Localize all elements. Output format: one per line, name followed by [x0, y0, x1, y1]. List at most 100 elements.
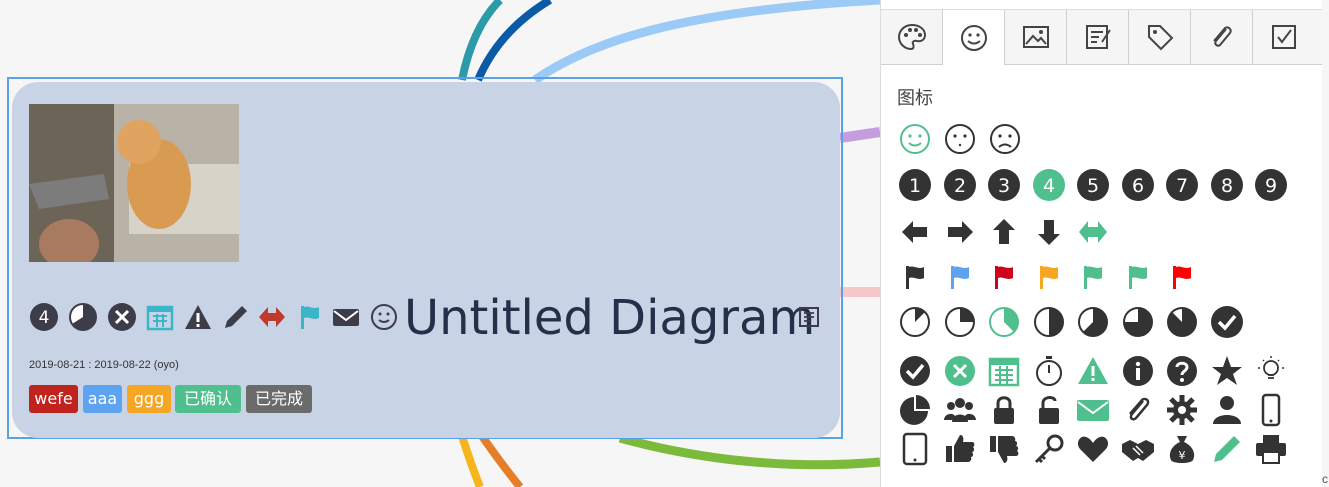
happy-face-icon[interactable]: [898, 122, 932, 156]
property-panel: 图标 1 2 3 4 5 6 7 8 9 ¥: [880, 0, 1322, 487]
key-icon[interactable]: [1032, 432, 1066, 466]
tab-image[interactable]: [1005, 10, 1067, 64]
priority-8-icon[interactable]: 8: [1210, 168, 1244, 202]
warning-icon[interactable]: [1076, 354, 1110, 388]
checkbox-icon: [1272, 25, 1296, 49]
arrows-icon[interactable]: [257, 302, 287, 332]
handshake-icon[interactable]: [1121, 432, 1155, 466]
progress-6-icon[interactable]: [1121, 305, 1155, 339]
cancel-icon[interactable]: [107, 302, 137, 332]
sad-face-icon[interactable]: [988, 122, 1022, 156]
question-icon[interactable]: [1165, 354, 1199, 388]
tag-icon: [1147, 25, 1173, 51]
priority-1-label: 1: [909, 175, 921, 197]
progress-3-icon[interactable]: [987, 305, 1021, 339]
tablet-icon[interactable]: [898, 432, 932, 466]
mail-icon[interactable]: [1076, 393, 1110, 427]
note-icon[interactable]: [798, 306, 820, 328]
tab-task[interactable]: [1253, 10, 1315, 64]
gear-icon[interactable]: [1165, 393, 1199, 427]
tag-aaa[interactable]: aaa: [83, 385, 122, 413]
image-icon: [1022, 26, 1049, 48]
unlock-icon[interactable]: [1032, 393, 1066, 427]
currency-glyph: ¥: [1179, 449, 1186, 462]
topic-image[interactable]: [29, 104, 239, 262]
stopwatch-icon[interactable]: [1032, 354, 1066, 388]
progress-done-icon[interactable]: [1210, 305, 1244, 339]
thumbs-down-icon[interactable]: [987, 432, 1021, 466]
progress-2-icon[interactable]: [943, 305, 977, 339]
lightbulb-icon[interactable]: [1254, 354, 1288, 388]
progress-icon[interactable]: [68, 302, 98, 332]
priority-6-label: 6: [1132, 175, 1144, 197]
flag-green-icon[interactable]: [1076, 260, 1110, 294]
printer-icon[interactable]: [1254, 432, 1288, 466]
progress-4-icon[interactable]: [1032, 305, 1066, 339]
group-icon[interactable]: [943, 393, 977, 427]
flag-orange-icon[interactable]: [1032, 260, 1066, 294]
priority-4-icon[interactable]: 4: [29, 302, 59, 332]
tag-ggg[interactable]: ggg: [127, 385, 171, 413]
priority-7-icon[interactable]: 7: [1165, 168, 1199, 202]
tab-icons[interactable]: [943, 10, 1005, 65]
flag-teal-icon[interactable]: [1121, 260, 1155, 294]
flag-icon[interactable]: [295, 302, 325, 332]
topic-title[interactable]: Untitled Diagram: [404, 288, 815, 348]
arrow-down-icon[interactable]: [1032, 215, 1066, 249]
tab-style[interactable]: [881, 10, 943, 64]
tag-completed[interactable]: 已完成: [246, 385, 312, 413]
tag-confirmed[interactable]: 已确认: [175, 385, 241, 413]
priority-5-icon[interactable]: 5: [1076, 168, 1110, 202]
smiley-icon[interactable]: [369, 302, 399, 332]
pie-chart-icon[interactable]: [898, 393, 932, 427]
lock-icon[interactable]: [987, 393, 1021, 427]
priority-6-icon[interactable]: 6: [1121, 168, 1155, 202]
priority-3-icon[interactable]: 3: [987, 168, 1021, 202]
tab-link[interactable]: [1191, 10, 1253, 64]
email-icon[interactable]: [331, 302, 361, 332]
info-icon[interactable]: [1121, 354, 1155, 388]
flag-bright-red-icon[interactable]: [1165, 260, 1199, 294]
paperclip-icon[interactable]: [1121, 393, 1155, 427]
priority-9-icon[interactable]: 9: [1254, 168, 1288, 202]
flag-black-icon[interactable]: [898, 260, 932, 294]
task-dates: 2019-08-21 : 2019-08-22 (oyo): [29, 359, 179, 371]
link-icon: [1212, 26, 1232, 47]
arrow-up-icon[interactable]: [987, 215, 1021, 249]
panel-header-strip: [881, 0, 1322, 10]
tab-tag[interactable]: [1129, 10, 1191, 64]
mobile-phone-icon[interactable]: [1254, 393, 1288, 427]
money-bag-icon[interactable]: ¥: [1165, 432, 1199, 466]
cancel-circle-icon[interactable]: [943, 354, 977, 388]
tag-wefe[interactable]: wefe: [29, 385, 78, 413]
flag-red-icon[interactable]: [987, 260, 1021, 294]
calendar-icon[interactable]: [987, 354, 1021, 388]
pencil-icon[interactable]: [221, 302, 251, 332]
warning-icon[interactable]: [183, 302, 213, 332]
thumbs-up-icon[interactable]: [943, 432, 977, 466]
progress-7-icon[interactable]: [1165, 305, 1199, 339]
tab-note[interactable]: [1067, 10, 1129, 64]
heart-icon[interactable]: [1076, 432, 1110, 466]
progress-1-icon[interactable]: [898, 305, 932, 339]
palette-icon: [897, 23, 926, 51]
panel-tabbar: [881, 10, 1322, 65]
arrow-right-icon[interactable]: [943, 215, 977, 249]
priority-1-icon[interactable]: 1: [898, 168, 932, 202]
arrows-both-icon[interactable]: [1076, 215, 1110, 249]
neutral-face-icon[interactable]: [943, 122, 977, 156]
priority-7-label: 7: [1176, 175, 1188, 197]
pencil-icon[interactable]: [1210, 432, 1244, 466]
flag-blue-icon[interactable]: [943, 260, 977, 294]
arrow-left-icon[interactable]: [898, 215, 932, 249]
calendar-icon[interactable]: [145, 302, 175, 332]
star-icon[interactable]: [1210, 354, 1244, 388]
user-icon[interactable]: [1210, 393, 1244, 427]
corner-text: c: [1322, 472, 1328, 486]
priority-5-label: 5: [1087, 175, 1099, 197]
priority-4-icon-selected[interactable]: 4: [1032, 168, 1066, 202]
check-circle-icon[interactable]: [898, 354, 932, 388]
priority-2-icon[interactable]: 2: [943, 168, 977, 202]
progress-5-icon[interactable]: [1076, 305, 1110, 339]
priority-3-label: 3: [998, 175, 1010, 197]
